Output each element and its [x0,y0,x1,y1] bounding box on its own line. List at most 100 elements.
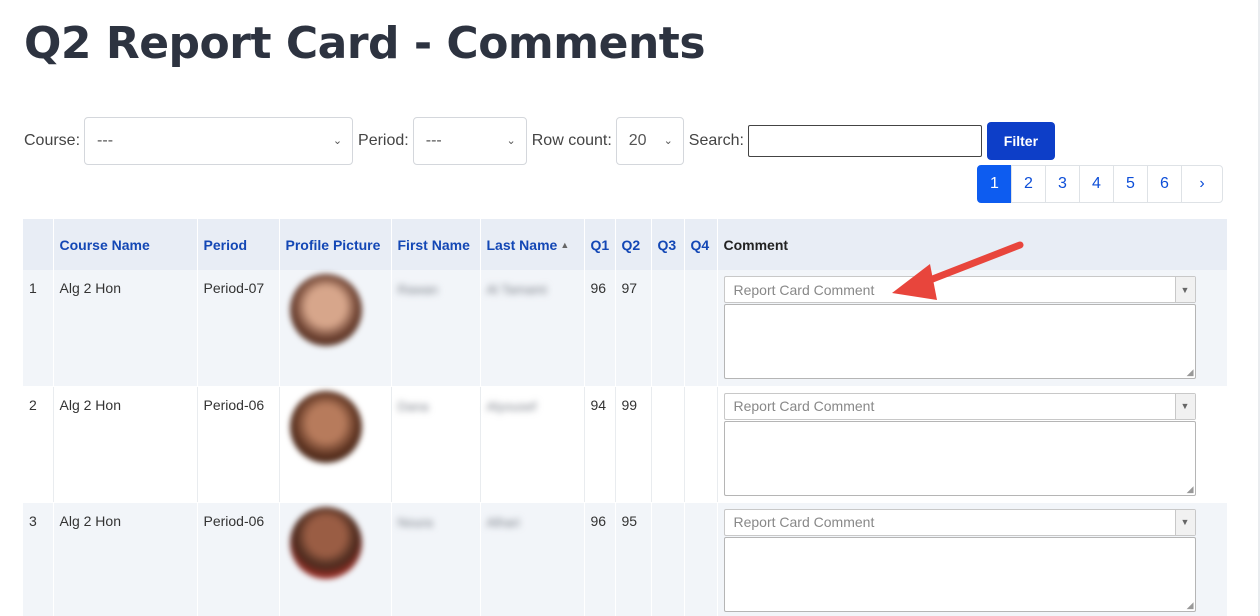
comment-select[interactable]: Report Card Comment ▼ [723,276,1196,303]
page: Q2 Report Card - Comments Course: --- ⌄ … [0,0,1260,616]
comment-select[interactable]: Report Card Comment ▼ [723,508,1196,536]
col-header-index [23,219,54,270]
page-link-1[interactable]: 1 [977,165,1012,203]
dropdown-arrow-icon[interactable]: ▼ [1174,277,1195,302]
chevron-down-icon: ⌄ [663,135,673,147]
page-title: Q2 Report Card - Comments [24,18,706,69]
col-header-q2[interactable]: Q2 [615,219,652,270]
row-count-select[interactable]: 20 ⌄ [615,117,684,165]
col-header-q1[interactable]: Q1 [584,219,616,270]
course-name-cell: Alg 2 Hon [53,502,198,616]
pagination: 1 2 3 4 5 6 › [977,165,1223,203]
q3-cell [651,502,685,616]
comment-textarea[interactable]: ◢ [723,420,1196,496]
table-row: 3 Alg 2 Hon Period-06 Noura Alhari 96 95… [23,502,1228,616]
sort-ascending-icon: ▲ [560,239,570,250]
course-select[interactable]: --- ⌄ [84,117,354,165]
page-link-3[interactable]: 3 [1045,165,1080,203]
avatar [289,390,362,463]
page-link-6[interactable]: 6 [1147,165,1182,203]
page-link-4[interactable]: 4 [1079,165,1114,203]
page-link-5[interactable]: 5 [1113,165,1148,203]
course-select-value: --- [97,132,114,149]
first-name-cell: Rawan [391,270,481,387]
comment-select-placeholder: Report Card Comment [733,514,875,530]
avatar [289,274,362,346]
col-header-q3[interactable]: Q3 [651,219,685,270]
q4-cell [684,270,718,387]
comment-select-placeholder: Report Card Comment [733,398,875,414]
comment-cell: Report Card Comment ▼ ◢ [717,270,1228,387]
row-count-label: Row count: [531,132,612,149]
col-header-comment: Comment [717,219,1228,270]
next-page-button[interactable]: › [1181,165,1223,203]
first-name-cell: Dana [391,386,481,503]
q2-cell: 99 [615,386,652,503]
q4-cell [684,386,718,503]
avatar [289,506,362,579]
last-name-cell: Alyousef [480,386,585,503]
col-header-period[interactable]: Period [197,219,280,270]
last-name-cell: Al Tamami [480,270,585,387]
col-header-q4[interactable]: Q4 [684,219,718,270]
search-label: Search: [688,132,744,149]
period-cell: Period-06 [197,386,280,503]
chevron-down-icon: ⌄ [332,135,343,147]
col-header-label: Period [203,236,248,253]
period-select-value: --- [425,132,442,149]
col-header-label: Q3 [657,236,677,253]
profile-picture-cell [279,386,392,503]
comment-textarea[interactable]: ◢ [723,536,1196,612]
profile-picture-cell [279,270,392,387]
comment-textarea[interactable]: ◢ [723,304,1196,379]
resize-handle-icon[interactable]: ◢ [1187,367,1194,378]
col-header-course-name[interactable]: Course Name [53,219,198,270]
row-number: 3 [23,502,54,616]
first-name-blurred: Noura [397,514,433,530]
comments-table: Course Name Period Profile Picture First… [23,219,1228,616]
q1-cell: 96 [584,502,616,616]
resize-handle-icon[interactable]: ◢ [1187,484,1194,495]
col-header-label: Course Name [59,236,150,253]
page-link-2[interactable]: 2 [1011,165,1046,203]
row-number: 2 [23,386,54,503]
course-label: Course: [24,132,81,149]
last-name-blurred: Al Tamami [486,282,547,297]
last-name-cell: Alhari [480,502,585,616]
table-row: 1 Alg 2 Hon Period-07 Rawan Al Tamami 96… [23,270,1228,387]
q4-cell [684,502,718,616]
comment-cell: Report Card Comment ▼ ◢ [717,502,1228,616]
col-header-first-name[interactable]: First Name [391,219,481,270]
row-number: 1 [23,270,54,387]
comment-cell: Report Card Comment ▼ ◢ [717,386,1227,503]
q3-cell [651,386,685,503]
period-select[interactable]: --- ⌄ [412,117,527,165]
comment-select-placeholder: Report Card Comment [733,281,875,298]
col-header-label: First Name [397,236,470,253]
course-name-cell: Alg 2 Hon [53,386,198,503]
profile-picture-cell [279,502,392,616]
filter-bar: Course: --- ⌄ Period: --- ⌄ Row count: 2… [24,117,1055,165]
search-input[interactable] [747,125,982,157]
dropdown-arrow-icon[interactable]: ▼ [1174,393,1195,419]
q3-cell [651,270,685,387]
first-name-blurred: Dana [397,398,429,414]
period-cell: Period-07 [197,270,280,387]
table-row: 2 Alg 2 Hon Period-06 Dana Alyousef 94 9… [23,386,1227,503]
table-header-row: Course Name Period Profile Picture First… [23,219,1228,270]
course-name-cell: Alg 2 Hon [53,270,198,387]
col-header-last-name[interactable]: Last Name ▲ [480,219,585,270]
period-label: Period: [358,132,409,149]
comment-select[interactable]: Report Card Comment ▼ [723,392,1196,420]
resize-handle-icon[interactable]: ◢ [1187,600,1194,611]
q2-cell: 97 [615,270,652,387]
filter-button[interactable]: Filter [986,122,1055,160]
first-name-blurred: Rawan [397,282,438,297]
col-header-profile-picture[interactable]: Profile Picture [279,219,392,270]
dropdown-arrow-icon[interactable]: ▼ [1174,509,1195,535]
first-name-cell: Noura [391,502,481,616]
col-header-label: Last Name [486,236,558,253]
col-header-label: Q2 [621,236,641,253]
chevron-down-icon: ⌄ [506,135,516,147]
col-header-label: Q4 [690,236,710,253]
